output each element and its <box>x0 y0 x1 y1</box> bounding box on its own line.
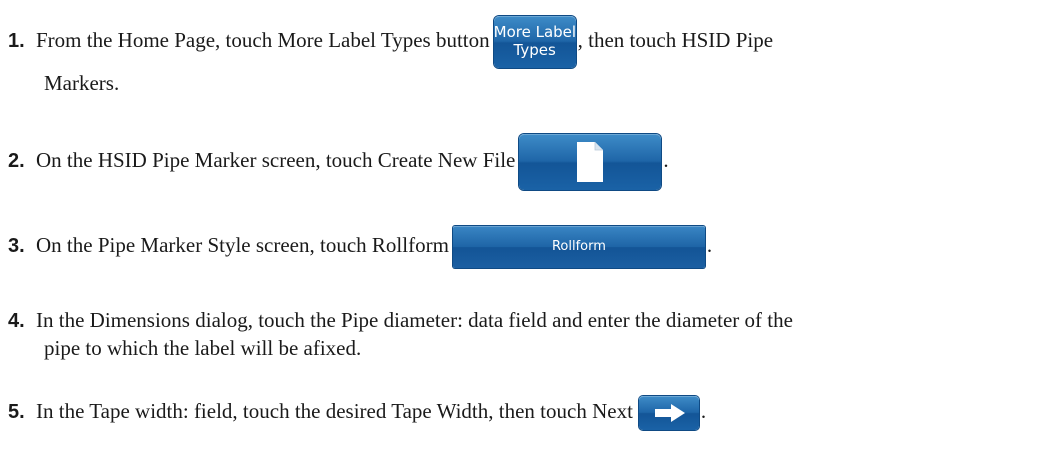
button-label-line2: Types <box>513 41 556 60</box>
create-new-file-button[interactable] <box>519 134 662 191</box>
step-text: From the Home Page, touch More Label Typ… <box>36 28 490 52</box>
step-2: 2. On the HSID Pipe Marker screen, touch … <box>0 132 1059 191</box>
step-text: On the Pipe Marker Style screen, touch R… <box>36 233 449 257</box>
step-1: 1. From the Home Page, touch More Label T… <box>0 14 1059 69</box>
step-3: 3. On the Pipe Marker Style screen, touch… <box>0 224 1059 269</box>
step-number: 2. <box>8 150 25 172</box>
button-label-line1: More Label <box>493 23 577 42</box>
document-icon <box>577 142 604 183</box>
step-number: 4. <box>8 310 25 332</box>
step-4-continuation: pipe to which the label will be afixed. <box>44 336 362 360</box>
more-label-types-button[interactable]: More Label Types <box>493 16 577 69</box>
step-number: 1. <box>8 30 25 52</box>
step-1-continuation: Markers. <box>44 71 120 95</box>
step-5: 5. In the Tape width: field, touch the de… <box>0 391 1059 432</box>
arrow-right-icon <box>654 404 685 423</box>
step-text: On the HSID Pipe Marker screen, touch Cr… <box>36 148 516 172</box>
next-button[interactable] <box>638 396 699 431</box>
step-text: In the Tape width: field, touch the desi… <box>36 399 633 423</box>
step-number: 5. <box>8 401 25 423</box>
step-text-after: . <box>700 399 707 423</box>
step-text-after: , then touch HSID Pipe <box>577 28 774 52</box>
rollform-button[interactable]: Rollform <box>452 226 705 269</box>
step-text-after: . <box>663 148 669 172</box>
step-text-after: . <box>706 233 713 257</box>
step-text: In the Dimensions dialog, touch the Pipe… <box>36 308 793 332</box>
step-number: 3. <box>8 235 25 257</box>
